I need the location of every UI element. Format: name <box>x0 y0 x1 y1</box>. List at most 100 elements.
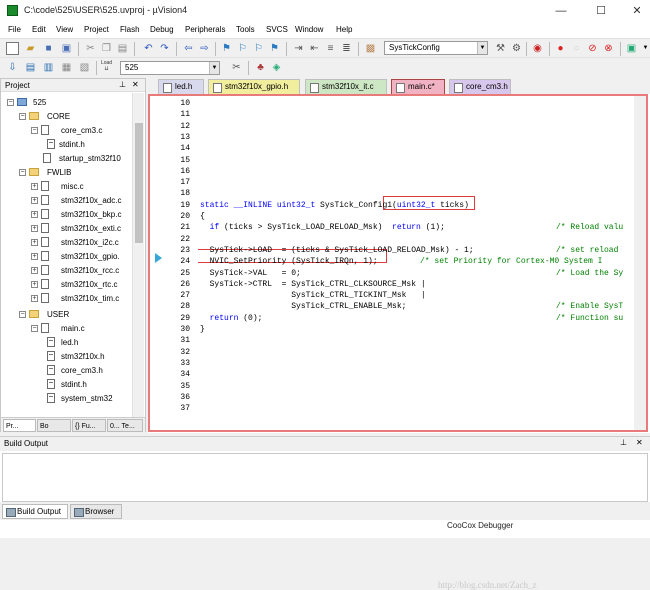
chevron-down-icon[interactable]: ▼ <box>209 62 219 74</box>
comment-icon[interactable]: ≡ <box>324 42 337 55</box>
manage-components-icon[interactable]: ♣ <box>254 61 267 74</box>
clear-bookmarks-icon[interactable]: ⚑ <box>268 42 281 55</box>
tab-led-h[interactable]: led.h <box>158 79 204 94</box>
window-layout-icon[interactable]: ▣ <box>625 42 638 55</box>
batch-build-icon[interactable]: ▦ <box>60 61 73 74</box>
pin-icon[interactable]: ⊥ <box>620 438 627 447</box>
save-icon[interactable]: ■ <box>42 42 55 55</box>
expand-icon[interactable]: + <box>31 267 38 274</box>
menu-file[interactable]: File <box>8 25 21 34</box>
expand-icon[interactable]: + <box>31 211 38 218</box>
function-combo[interactable]: SysTickConfig ▼ <box>384 41 488 55</box>
new-file-icon[interactable] <box>6 42 19 55</box>
menu-help[interactable]: Help <box>336 25 352 34</box>
collapse-icon[interactable]: − <box>19 311 26 318</box>
tab-stm32f10x-it-c[interactable]: stm32f10x_it.c <box>305 79 387 94</box>
tree-label: 525 <box>33 98 47 107</box>
uncomment-icon[interactable]: ≣ <box>340 42 353 55</box>
tab-project[interactable]: Pr... <box>3 419 36 432</box>
expand-icon[interactable]: + <box>31 239 38 246</box>
rebuild-icon[interactable]: ▥ <box>42 61 55 74</box>
editor-scrollbar[interactable] <box>634 96 646 430</box>
chevron-down-icon[interactable]: ▼ <box>477 42 487 54</box>
minimize-button[interactable]: — <box>552 3 570 19</box>
cut-icon[interactable]: ✂ <box>84 42 97 55</box>
menu-flash[interactable]: Flash <box>120 25 140 34</box>
expand-icon[interactable]: + <box>31 183 38 190</box>
c-file-icon <box>41 323 49 333</box>
c-file-icon <box>41 125 49 135</box>
tab-main-c[interactable]: main.c* <box>391 79 445 94</box>
menu-debug[interactable]: Debug <box>150 25 174 34</box>
stop-build-icon[interactable]: ▧ <box>78 61 91 74</box>
indent-icon[interactable]: ⇥ <box>292 42 305 55</box>
collapse-icon[interactable]: − <box>19 169 26 176</box>
unindent-icon[interactable]: ⇤ <box>308 42 321 55</box>
code-line: SysTick_CTRL_TICKINT_Msk | <box>200 291 425 300</box>
undo-icon[interactable]: ↶ <box>142 42 155 55</box>
redo-icon[interactable]: ↷ <box>158 42 171 55</box>
find-icon[interactable]: ⚒ <box>494 42 507 55</box>
folder-icon <box>29 310 39 318</box>
tab-build-output[interactable]: Build Output <box>2 504 68 519</box>
scrollbar-thumb[interactable] <box>135 123 143 243</box>
expand-icon[interactable]: + <box>31 295 38 302</box>
tab-browser[interactable]: Browser <box>70 504 122 519</box>
project-scrollbar[interactable] <box>132 93 144 417</box>
breakpoint-icon[interactable]: ● <box>554 42 567 55</box>
menu-peripherals[interactable]: Peripherals <box>185 25 225 34</box>
code-area[interactable]: static __INLINE uint32_t SysTick_Config1… <box>198 96 646 430</box>
menu-svcs[interactable]: SVCS <box>266 25 288 34</box>
close-button[interactable]: ✕ <box>628 3 646 19</box>
layout-dropdown-icon[interactable]: ▼ <box>639 42 650 55</box>
tab-templates[interactable]: 0... Te... <box>107 419 143 432</box>
paste-icon[interactable]: ▤ <box>116 42 129 55</box>
tab-books[interactable]: Bo <box>37 419 71 432</box>
next-bookmark-icon[interactable]: ⚐ <box>252 42 265 55</box>
navigate-back-icon[interactable]: ⇦ <box>182 42 195 55</box>
breakpoint-gutter[interactable] <box>150 96 172 430</box>
menu-view[interactable]: View <box>56 25 73 34</box>
expand-icon[interactable]: + <box>31 197 38 204</box>
code-line: return (0); /* Function su <box>200 314 624 323</box>
expand-icon[interactable]: + <box>31 253 38 260</box>
menu-window[interactable]: Window <box>295 25 323 34</box>
expand-icon[interactable]: + <box>31 281 38 288</box>
code-comment: /* Enable SysT <box>556 302 624 312</box>
prev-bookmark-icon[interactable]: ⚐ <box>236 42 249 55</box>
tab-functions[interactable]: {} Fu... <box>72 419 106 432</box>
find-in-files-icon[interactable]: ▩ <box>364 42 377 55</box>
maximize-button[interactable]: ☐ <box>592 3 610 19</box>
menu-tools[interactable]: Tools <box>236 25 255 34</box>
close-icon[interactable]: ✕ <box>132 80 139 89</box>
tab-stm32f10x-gpio-h[interactable]: stm32f10x_gpio.h <box>208 79 300 94</box>
menu-project[interactable]: Project <box>84 25 109 34</box>
settings-icon[interactable]: ⚙ <box>510 42 523 55</box>
build-icon[interactable]: ▤ <box>24 61 37 74</box>
close-icon[interactable]: ✕ <box>636 438 643 447</box>
coocox-debugger-label[interactable]: CooCox Debugger <box>447 521 513 530</box>
collapse-icon[interactable]: − <box>31 127 38 134</box>
menu-edit[interactable]: Edit <box>32 25 46 34</box>
start-debug-icon[interactable]: ◉ <box>531 42 544 55</box>
disable-all-breakpoints-icon[interactable]: ⊘ <box>586 42 599 55</box>
navigate-forward-icon[interactable]: ⇨ <box>198 42 211 55</box>
collapse-icon[interactable]: − <box>19 113 26 120</box>
disable-breakpoint-icon[interactable]: ○ <box>570 42 583 55</box>
open-folder-icon[interactable]: ▰ <box>24 42 37 55</box>
bookmark-icon[interactable]: ⚑ <box>220 42 233 55</box>
build-output-text[interactable] <box>2 453 648 502</box>
collapse-icon[interactable]: − <box>31 325 38 332</box>
tab-core-cm3-h[interactable]: core_cm3.h <box>449 79 511 94</box>
translate-icon[interactable]: ⇩ <box>6 61 19 74</box>
manage-books-icon[interactable]: ◈ <box>270 61 283 74</box>
pin-icon[interactable]: ⊥ <box>119 80 126 89</box>
collapse-icon[interactable]: − <box>7 99 14 106</box>
download-icon[interactable]: Load ⇊ <box>100 60 113 73</box>
copy-icon[interactable]: ❐ <box>100 42 113 55</box>
save-all-icon[interactable]: ▣ <box>60 42 73 55</box>
target-combo[interactable]: 525 ▼ <box>120 61 220 75</box>
expand-icon[interactable]: + <box>31 225 38 232</box>
target-options-icon[interactable]: ✂ <box>230 61 243 74</box>
kill-breakpoints-icon[interactable]: ⊗ <box>602 42 615 55</box>
